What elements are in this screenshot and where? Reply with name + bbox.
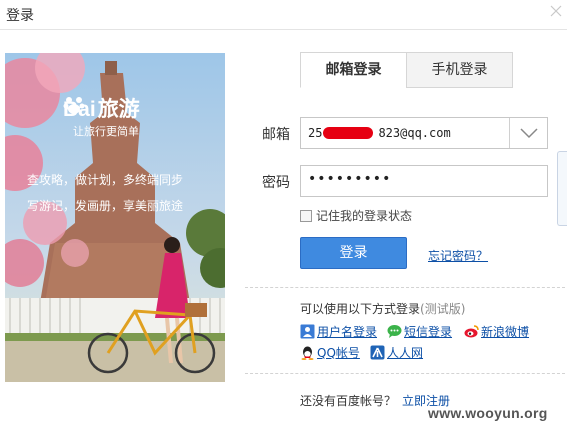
divider — [245, 287, 565, 288]
dialog-title: 登录 — [6, 8, 34, 24]
login-with-renren-label: 人人网 — [387, 346, 424, 360]
promo-banner: Bai旅游 让旅行更简单 查攻略，做计划，多终端同步 写游记，发画册，享美丽旅途 — [5, 53, 225, 382]
email-dropdown-button[interactable] — [509, 118, 547, 148]
renren-icon — [370, 345, 385, 360]
qq-icon — [301, 346, 314, 360]
weibo-icon — [464, 325, 479, 338]
login-with-weibo[interactable]: 新浪微博 — [464, 323, 529, 340]
dialog-titlebar: 登录 — [0, 0, 567, 30]
login-with-renren[interactable]: 人人网 — [370, 344, 423, 361]
watermark: www.wooyun.org — [428, 405, 548, 421]
redaction-mark — [323, 127, 373, 139]
side-feedback-tab[interactable] — [557, 151, 567, 226]
forgot-password-link[interactable]: 忘记密码？ — [428, 247, 488, 264]
divider — [245, 373, 565, 374]
remember-label: 记住我的登录状态 — [316, 209, 413, 223]
email-field[interactable]: 25 823@qq.com — [300, 117, 548, 149]
baidu-travel-logo: Bai旅游 — [63, 93, 140, 123]
login-button[interactable]: 登录 — [300, 237, 407, 269]
remember-me[interactable]: 记住我的登录状态 — [300, 207, 412, 224]
login-with-username-label: 用户名登录 — [317, 325, 378, 339]
login-with-weibo-label: 新浪微博 — [481, 325, 530, 339]
beta-badge: (测试版) — [420, 302, 466, 316]
chevron-down-icon — [520, 128, 538, 139]
remember-checkbox[interactable] — [300, 210, 312, 222]
banner-promo-line-1: 查攻略，做计划，多终端同步 — [27, 173, 184, 187]
login-with-sms[interactable]: 短信登录 — [387, 323, 452, 340]
login-with-username[interactable]: 用户名登录 — [300, 323, 377, 340]
logo-text-travel: 旅游 — [97, 98, 140, 121]
register-prompt-text: 还没有百度帐号？ — [300, 394, 397, 408]
password-label: 密码 — [262, 175, 290, 191]
email-prefix: 25 — [308, 126, 323, 140]
banner-promo-line-2: 写游记，发画册，享美丽旅途 — [27, 199, 184, 213]
other-login-title: 可以使用以下方式登录(测试版) — [300, 300, 465, 317]
sms-icon — [387, 325, 402, 338]
tab-email-login[interactable]: 邮箱登录 — [300, 52, 407, 88]
tab-phone-login[interactable]: 手机登录 — [406, 52, 513, 88]
login-with-qq[interactable]: QQ帐号 — [300, 344, 360, 361]
user-icon — [300, 324, 315, 339]
email-label: 邮箱 — [262, 127, 290, 143]
password-field-value: ••••••••• — [308, 171, 392, 187]
close-icon[interactable] — [549, 4, 563, 18]
login-with-sms-label: 短信登录 — [404, 325, 453, 339]
email-suffix: 823@qq.com — [378, 126, 451, 140]
other-login-title-text: 可以使用以下方式登录 — [300, 302, 421, 316]
login-with-qq-label: QQ帐号 — [317, 346, 360, 360]
password-field[interactable]: ••••••••• — [300, 165, 548, 197]
banner-slogan: 让旅行更简单 — [73, 125, 139, 138]
